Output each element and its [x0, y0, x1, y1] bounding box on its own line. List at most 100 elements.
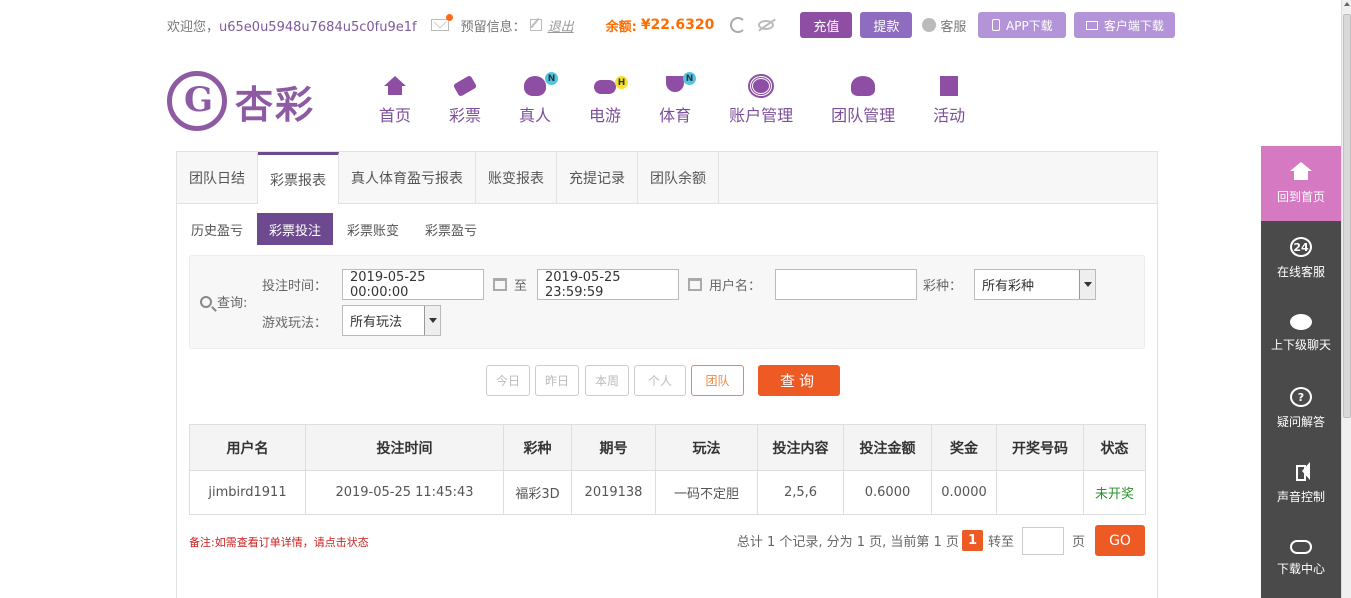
logout-link[interactable]: 退出 — [548, 16, 574, 35]
logo-text: 杏彩 — [235, 81, 316, 127]
tab-deposit-withdraw[interactable]: 充提记录 — [557, 152, 638, 203]
subtab-lottery-bets[interactable]: 彩票投注 — [257, 213, 334, 245]
cell-bet-amount: 0.6000 — [843, 470, 932, 515]
live-dealer-icon: N — [524, 72, 559, 96]
subtab-lottery-pnl[interactable]: 彩票盈亏 — [413, 213, 489, 245]
col-username: 用户名 — [189, 424, 306, 471]
goto-page-input[interactable] — [1021, 526, 1064, 555]
sidebar-item-home[interactable]: 回到首页 — [1261, 146, 1341, 221]
this-week-button[interactable]: 本周 — [585, 365, 629, 396]
sidebar-item-chat[interactable]: 上下级聊天 — [1261, 296, 1341, 371]
lottery-type-label: 彩种： — [923, 279, 963, 294]
withdraw-button[interactable]: 提款 — [860, 12, 913, 38]
sidebar-item-online-service[interactable]: 24 在线客服 — [1261, 221, 1341, 296]
play-type-select[interactable]: 所有玩法 — [342, 305, 441, 336]
phone-icon — [992, 19, 1000, 31]
mail-icon[interactable] — [430, 14, 453, 31]
top-bar: 欢迎您，u65e0u5948u7684u5c0fu9e1f 预留信息： 退出 余… — [167, 10, 1176, 40]
cell-lottery: 福彩3D — [503, 470, 572, 515]
search-button[interactable]: 查询 — [758, 365, 840, 396]
unread-dot — [445, 14, 453, 21]
tab-lottery-report[interactable]: 彩票报表 — [258, 152, 339, 204]
col-lottery: 彩种 — [503, 424, 572, 471]
today-button[interactable]: 今日 — [486, 365, 530, 396]
nav-home[interactable]: 首页 — [379, 76, 411, 126]
cell-username: jimbird1911 — [189, 470, 306, 515]
lottery-type-select[interactable]: 所有彩种 — [974, 269, 1096, 300]
current-page[interactable]: 1 — [961, 530, 983, 551]
new-badge: N — [545, 72, 559, 85]
end-time-input[interactable]: 2019-05-25 23:59:59 — [537, 269, 679, 300]
go-button[interactable]: GO — [1095, 525, 1145, 556]
team-button[interactable]: 团队 — [691, 365, 744, 396]
client-download-button[interactable]: 客户端下载 — [1074, 12, 1176, 38]
cell-draw-number — [996, 470, 1084, 515]
personal-button[interactable]: 个人 — [634, 365, 686, 396]
cell-prize: 0.0000 — [931, 470, 997, 515]
yesterday-button[interactable]: 昨日 — [535, 365, 579, 396]
edit-icon[interactable] — [529, 19, 542, 31]
username: u65e0u5948u7684u5c0fu9e1f — [219, 19, 417, 35]
trophy-icon: N — [666, 72, 697, 92]
gamepad-icon: H — [594, 76, 629, 94]
sidebar-item-download[interactable]: 下载中心 — [1261, 521, 1341, 596]
cell-status[interactable]: 未开奖 — [1083, 470, 1146, 515]
calendar-icon[interactable] — [493, 278, 507, 291]
calendar-icon[interactable] — [688, 278, 702, 291]
question-icon: ? — [1290, 387, 1312, 407]
username-input[interactable] — [775, 269, 917, 300]
play-type-label: 游戏玩法： — [262, 316, 328, 331]
sidebar-item-sound[interactable]: 声音控制 — [1261, 446, 1341, 521]
pagination: 总计 1 个记录, 分为 1 页, 当前第 1 页 1 转至 页 GO — [737, 525, 1145, 556]
report-tabs: 团队日结 彩票报表 真人体育盈亏报表 账变报表 充提记录 团队余额 — [177, 152, 1157, 204]
hide-balance-icon[interactable] — [758, 20, 775, 30]
refresh-icon[interactable] — [730, 17, 747, 33]
floating-sidebar: 回到首页 24 在线客服 上下级聊天 ? 疑问解答 声音控制 下载中心 — [1261, 146, 1341, 598]
nav-sports[interactable]: N 体育 — [659, 72, 697, 126]
reserve-info-label: 预留信息： — [460, 19, 526, 35]
table-row: jimbird1911 2019-05-25 11:45:43 福彩3D 201… — [189, 470, 1146, 515]
nav-lottery[interactable]: 彩票 — [449, 74, 481, 126]
page: 欢迎您，u65e0u5948u7684u5c0fu9e1f 预留信息： 退出 余… — [0, 0, 1351, 598]
query-box: 查询: 投注时间： 2019-05-25 00:00:00 至 2019-05-… — [189, 255, 1145, 349]
24h-service-icon: 24 — [1290, 237, 1312, 257]
to-label: 至 — [514, 279, 528, 294]
tab-account-change[interactable]: 账变报表 — [476, 152, 557, 203]
subtab-history-pnl[interactable]: 历史盈亏 — [179, 213, 255, 245]
tab-team-balance[interactable]: 团队余额 — [638, 152, 719, 203]
sub-tabs: 历史盈亏 彩票投注 彩票账变 彩票盈亏 — [177, 213, 491, 245]
balance-label: 余额: — [605, 19, 637, 35]
subtab-lottery-changes[interactable]: 彩票账变 — [335, 213, 411, 245]
cloud-download-icon — [1290, 540, 1312, 554]
nav-egame[interactable]: H 电游 — [589, 76, 629, 126]
tab-live-sports-pnl[interactable]: 真人体育盈亏报表 — [339, 152, 476, 203]
tab-team-daily[interactable]: 团队日结 — [177, 152, 258, 203]
cell-play: 一码不定胆 — [655, 470, 758, 515]
table-header-row: 用户名 投注时间 彩种 期号 玩法 投注内容 投注金额 奖金 开奖号码 状态 — [189, 424, 1146, 471]
goto-label: 转至 — [987, 535, 1014, 550]
customer-service-link[interactable]: 客服 — [922, 16, 966, 35]
nav-activity[interactable]: 活动 — [933, 76, 965, 126]
sidebar-item-faq[interactable]: ? 疑问解答 — [1261, 371, 1341, 446]
welcome-text: 欢迎您，u65e0u5948u7684u5c0fu9e1f — [167, 19, 417, 35]
col-status: 状态 — [1083, 424, 1146, 471]
nav-account[interactable]: 账户管理 — [729, 76, 793, 126]
home-icon — [384, 76, 406, 95]
start-time-input[interactable]: 2019-05-25 00:00:00 — [342, 269, 484, 300]
nav-team[interactable]: 团队管理 — [831, 76, 895, 126]
page-unit-label: 页 — [1071, 535, 1085, 550]
nav-live[interactable]: N 真人 — [519, 72, 559, 126]
team-icon — [851, 76, 876, 96]
scrollbar-thumb[interactable] — [1343, 14, 1351, 418]
monitor-icon — [1085, 20, 1098, 30]
vertical-scrollbar[interactable] — [1341, 0, 1351, 598]
recharge-button[interactable]: 充值 — [800, 12, 853, 38]
col-bet-time: 投注时间 — [305, 424, 504, 471]
col-play: 玩法 — [655, 424, 758, 471]
site-logo[interactable]: 杏彩 — [167, 71, 315, 131]
app-download-button[interactable]: APP下载 — [978, 12, 1067, 38]
logo-mark-icon — [167, 71, 227, 131]
balance-value: ¥22.6320 — [640, 17, 715, 33]
scroll-up-icon[interactable] — [1344, 2, 1350, 6]
query-label: 查询: — [200, 292, 247, 311]
